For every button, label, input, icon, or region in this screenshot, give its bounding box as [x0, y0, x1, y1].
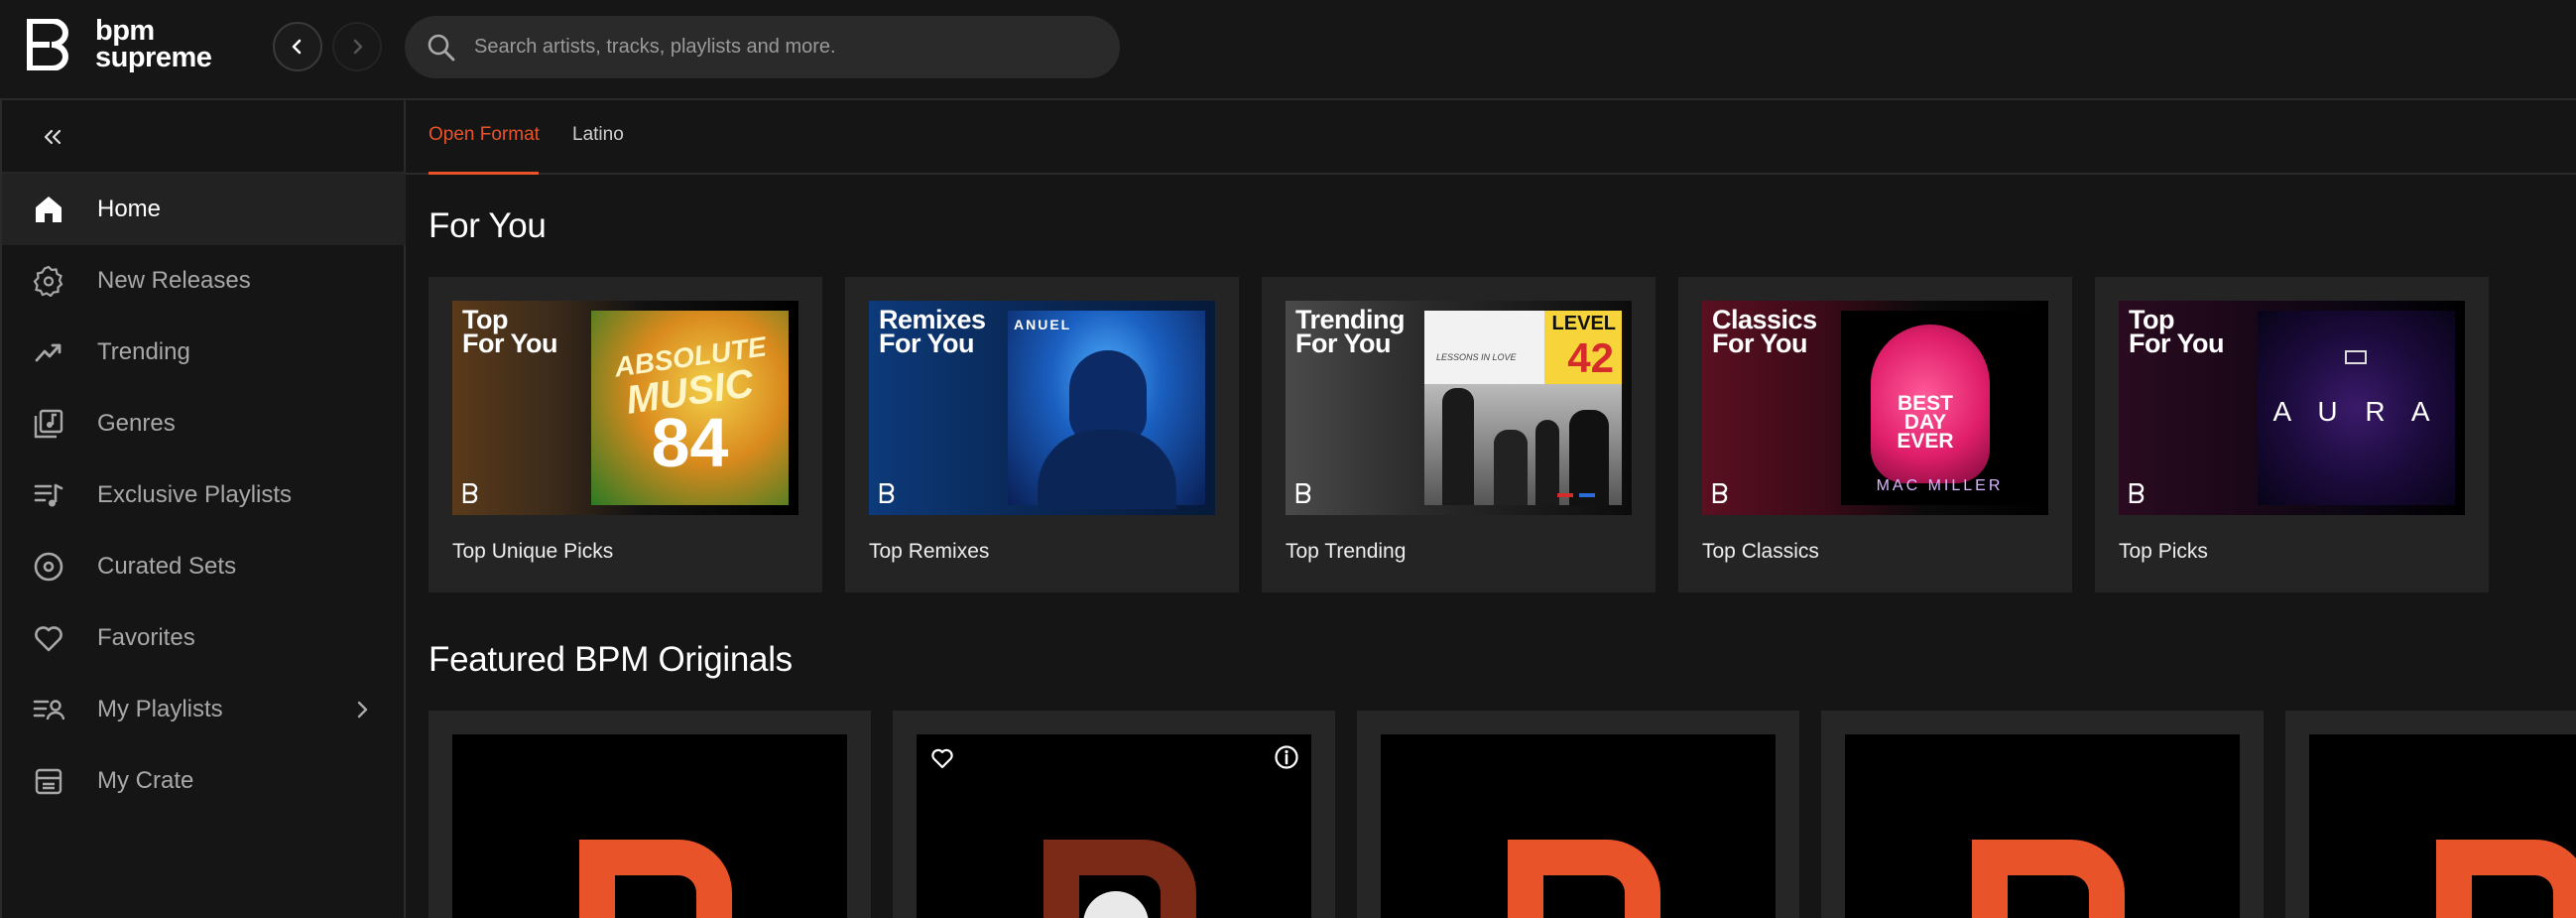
- card-label: Top Trending: [1286, 540, 1407, 563]
- playlist-card-top-classics[interactable]: Classics For You BEST DAY EVER MAC MILLE…: [1678, 277, 2072, 592]
- bpm-badge-icon: [1712, 483, 1728, 503]
- sidebar-item-label: Favorites: [97, 624, 195, 651]
- original-card-art: [917, 734, 1311, 918]
- back-button[interactable]: [273, 22, 322, 71]
- album-cover: ABSOLUTE MUSIC 84: [591, 311, 789, 505]
- bpm-badge-icon: [2129, 483, 2145, 503]
- bpm-badge-icon: [1295, 483, 1311, 503]
- playlist-card-top-remixes[interactable]: Remixes For You ANUEL Top Remixes: [845, 277, 1239, 592]
- bpm-originals-logo-icon: [1972, 840, 2125, 918]
- chevron-right-icon: [353, 39, 363, 55]
- tab-open-format[interactable]: Open Format: [429, 124, 540, 146]
- search-input[interactable]: [474, 36, 1120, 59]
- sidebar-item-label: Curated Sets: [97, 553, 237, 580]
- album-cover: BEST DAY EVER MAC MILLER: [1841, 311, 2038, 505]
- bpm-badge-icon: [879, 483, 895, 503]
- card-art-title: Top For You: [462, 305, 558, 358]
- favorite-heart-icon[interactable]: [930, 746, 954, 770]
- info-icon[interactable]: [1274, 744, 1299, 770]
- home-icon: [32, 193, 65, 226]
- content-tabs: Open Format Latino: [406, 100, 2576, 175]
- genres-icon: [32, 407, 65, 441]
- my-playlists-icon: [32, 693, 65, 726]
- sidebar-item-favorites[interactable]: Favorites: [2, 602, 406, 674]
- playlist-card-art: Trending For You LEVEL 42 LESSONS IN LOV…: [1286, 301, 1632, 515]
- card-label: Top Classics: [1702, 540, 1819, 563]
- active-tab-indicator: [429, 172, 539, 175]
- playlist-card-art: Top For You ABSOLUTE MUSIC 84: [452, 301, 798, 515]
- sidebar-item-my-playlists[interactable]: My Playlists: [2, 674, 406, 745]
- logo-line-1: bpm: [95, 15, 155, 47]
- logo-text: bpm supreme: [95, 15, 212, 73]
- sidebar: Home New Releases Trending Genres Exclus…: [0, 100, 406, 918]
- bpm-logo-icon: [27, 19, 68, 70]
- original-card-art: [1381, 734, 1776, 918]
- section-title-featured-originals: Featured BPM Originals: [429, 640, 793, 679]
- card-art-title: Classics For You: [1712, 305, 1817, 358]
- original-card[interactable]: [1821, 711, 2264, 918]
- top-bar: bpm supreme: [0, 0, 2576, 100]
- sidebar-item-new-releases[interactable]: New Releases: [2, 245, 406, 317]
- bpm-originals-logo-icon: [1508, 840, 1660, 918]
- forward-button[interactable]: [332, 22, 382, 71]
- logo-line-2: supreme: [95, 42, 212, 73]
- card-label: Top Unique Picks: [452, 540, 614, 563]
- sidebar-item-label: New Releases: [97, 267, 251, 294]
- sidebar-item-label: Genres: [97, 410, 176, 437]
- chevron-right-icon: [357, 701, 368, 719]
- sidebar-item-exclusive-playlists[interactable]: Exclusive Playlists: [2, 459, 406, 531]
- sidebar-item-curated-sets[interactable]: Curated Sets: [2, 531, 406, 602]
- sidebar-item-my-crate[interactable]: My Crate: [2, 745, 406, 817]
- trending-icon: [32, 335, 65, 369]
- original-card[interactable]: [429, 711, 871, 918]
- original-card-art: [452, 734, 847, 918]
- playlist-card-art: Remixes For You ANUEL: [869, 301, 1215, 515]
- card-art-title: Top For You: [2129, 305, 2225, 358]
- sidebar-item-label: Trending: [97, 338, 190, 365]
- heart-icon: [32, 621, 65, 655]
- bpm-originals-logo-icon: [579, 840, 732, 918]
- playlist-card-art: Top For You A U R A: [2119, 301, 2465, 515]
- curated-sets-icon: [32, 550, 65, 584]
- sidebar-item-label: Exclusive Playlists: [97, 481, 293, 508]
- app-logo[interactable]: bpm supreme: [26, 15, 212, 73]
- section-title-for-you: For You: [429, 206, 547, 245]
- sidebar-item-label: Home: [97, 196, 162, 222]
- playlist-card-top-trending[interactable]: Trending For You LEVEL 42 LESSONS IN LOV…: [1262, 277, 1656, 592]
- original-card-art: [2309, 734, 2576, 918]
- exclusive-playlists-icon: [32, 478, 65, 512]
- sidebar-item-home[interactable]: Home: [2, 174, 406, 245]
- search-icon: [428, 34, 455, 61]
- tab-latino[interactable]: Latino: [572, 124, 624, 146]
- card-art-title: Trending For You: [1295, 305, 1406, 358]
- card-art-title: Remixes For You: [879, 305, 986, 358]
- playlist-card-art: Classics For You BEST DAY EVER MAC MILLE…: [1702, 301, 2048, 515]
- album-cover: A U R A: [2258, 311, 2455, 505]
- original-card[interactable]: [2285, 711, 2576, 918]
- original-card[interactable]: [1357, 711, 1799, 918]
- original-card-hovered[interactable]: [893, 711, 1335, 918]
- playlist-card-top-picks[interactable]: Top For You A U R A Top Picks: [2095, 277, 2489, 592]
- sidebar-item-label: My Crate: [97, 767, 194, 794]
- sidebar-item-genres[interactable]: Genres: [2, 388, 406, 459]
- album-cover: ANUEL: [1008, 311, 1205, 509]
- original-card-art: [1845, 734, 2240, 918]
- crate-icon: [32, 764, 65, 798]
- chevron-left-icon: [292, 39, 302, 55]
- bpm-originals-logo-icon: [2436, 840, 2576, 918]
- bpm-badge-icon: [462, 483, 478, 503]
- new-releases-icon: [32, 264, 65, 298]
- sidebar-item-label: My Playlists: [97, 696, 223, 722]
- double-chevron-left-icon: [44, 129, 61, 145]
- card-label: Top Picks: [2119, 540, 2208, 563]
- sidebar-item-trending[interactable]: Trending: [2, 317, 406, 388]
- collapse-sidebar-button[interactable]: [38, 122, 67, 152]
- album-cover: LEVEL 42 LESSONS IN LOVE: [1424, 311, 1622, 505]
- playlist-card-top-unique-picks[interactable]: Top For You ABSOLUTE MUSIC 84 Top Unique…: [429, 277, 822, 592]
- card-label: Top Remixes: [869, 540, 990, 563]
- search-bar[interactable]: [405, 16, 1120, 78]
